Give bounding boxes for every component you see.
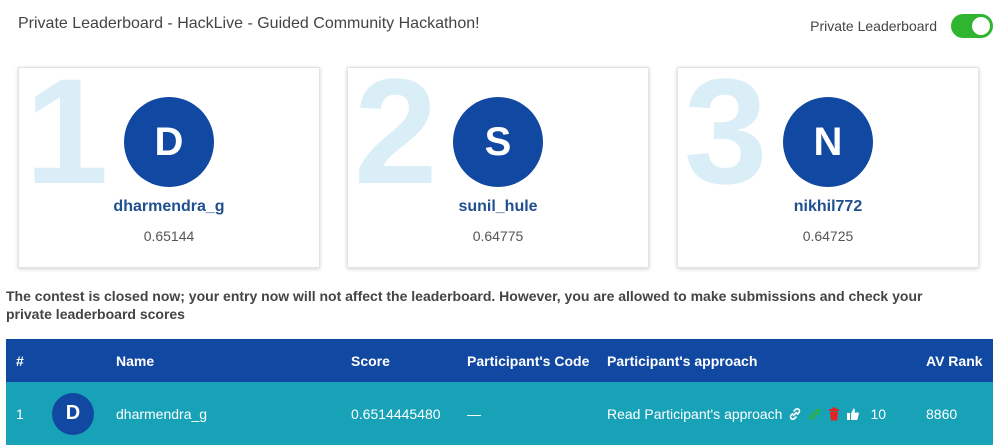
header-rank: # — [16, 352, 24, 369]
podium-card-third: 3 N nikhil772 0.64725 — [677, 67, 979, 268]
podium-score: 0.64725 — [802, 228, 854, 244]
podium-username[interactable]: dharmendra_g — [19, 198, 319, 216]
private-leaderboard-toggle[interactable] — [951, 14, 993, 38]
row-name[interactable]: dharmendra_g — [116, 382, 207, 445]
avatar[interactable]: D — [52, 392, 94, 435]
header-name: Name — [116, 352, 155, 369]
podium-username[interactable]: sunil_hule — [348, 198, 648, 216]
read-approach-link[interactable]: Read Participant's approach — [607, 406, 782, 422]
contest-closed-notice: The contest is closed now; your entry no… — [6, 288, 923, 322]
rank-watermark: 2 — [354, 67, 438, 215]
header-av-rank: AV Rank — [926, 352, 983, 369]
row-code: — — [467, 405, 481, 422]
avatar[interactable]: N — [783, 97, 873, 187]
podium-card-second: 2 S sunil_hule 0.64775 — [347, 67, 649, 268]
rank-watermark: 1 — [25, 67, 109, 215]
leaderboard-table: # Name Score Participant's Code Particip… — [6, 339, 993, 445]
podium-score: 0.64775 — [472, 228, 524, 244]
row-rank: 1 — [16, 405, 24, 422]
page-header: Private Leaderboard - HackLive - Guided … — [0, 0, 999, 50]
link-icon[interactable] — [788, 407, 802, 421]
header-code: Participant's Code — [467, 352, 590, 369]
row-av-rank: 8860 — [926, 405, 958, 422]
private-leaderboard-toggle-group: Private Leaderboard — [810, 14, 993, 38]
like-count: 10 — [870, 405, 887, 422]
delete-icon[interactable] — [828, 407, 840, 421]
header-approach: Participant's approach — [607, 352, 758, 369]
header-score: Score — [351, 352, 390, 369]
row-score: 0.6514445480 — [351, 405, 441, 422]
toggle-label: Private Leaderboard — [810, 18, 937, 34]
podium-score: 0.65144 — [143, 228, 195, 244]
podium-card-first: 1 D dharmendra_g 0.65144 — [18, 67, 320, 268]
row-approach-cell: Read Participant's approach 10 — [607, 382, 886, 445]
thumbs-up-icon[interactable] — [846, 407, 860, 421]
table-header: # Name Score Participant's Code Particip… — [6, 339, 993, 382]
avatar[interactable]: D — [124, 97, 214, 187]
toggle-knob — [972, 17, 990, 35]
table-row: 1 D dharmendra_g 0.6514445480 — Read Par… — [6, 382, 993, 445]
podium-username[interactable]: nikhil772 — [678, 198, 978, 216]
row-avatar-cell: D — [52, 382, 94, 445]
page-title: Private Leaderboard - HackLive - Guided … — [18, 15, 480, 32]
rank-watermark: 3 — [684, 67, 768, 215]
avatar[interactable]: S — [453, 97, 543, 187]
edit-icon[interactable] — [808, 407, 822, 421]
